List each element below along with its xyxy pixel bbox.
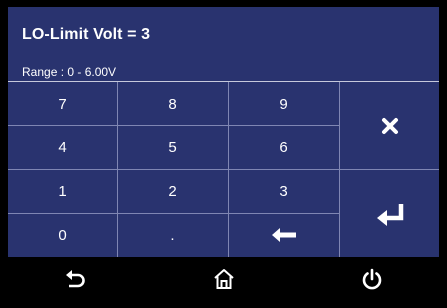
key-9[interactable]: 9	[229, 83, 338, 125]
key-3[interactable]: 3	[229, 170, 338, 212]
numeric-keypad: 7 8 9 4 5 6 1 2 3 0 .	[8, 82, 439, 257]
close-icon	[381, 117, 399, 135]
key-6[interactable]: 6	[229, 126, 338, 168]
enter-button[interactable]	[340, 170, 439, 257]
backspace-button[interactable]	[229, 214, 338, 256]
key-0[interactable]: 0	[8, 214, 117, 256]
clear-button[interactable]	[340, 82, 439, 169]
backspace-arrow-icon	[271, 227, 297, 243]
power-icon	[361, 268, 383, 290]
home-button[interactable]	[204, 264, 244, 294]
limit-title: LO-Limit Volt = 3	[22, 26, 151, 43]
home-icon	[213, 268, 235, 290]
key-decimal[interactable]: .	[118, 214, 227, 256]
enter-icon	[375, 202, 405, 226]
back-button[interactable]	[55, 264, 95, 294]
range-label: Range : 0 - 6.00V	[22, 65, 117, 79]
key-4[interactable]: 4	[8, 126, 117, 168]
input-header: LO-Limit Volt = 3 Range : 0 - 6.00V	[8, 7, 439, 82]
power-button[interactable]	[352, 264, 392, 294]
key-2[interactable]: 2	[118, 170, 227, 212]
key-7[interactable]: 7	[8, 83, 117, 125]
key-8[interactable]: 8	[118, 83, 227, 125]
navigation-bar	[8, 258, 439, 301]
screen: LO-Limit Volt = 3 Range : 0 - 6.00V 7 8 …	[8, 7, 439, 301]
key-5[interactable]: 5	[118, 126, 227, 168]
back-arrow-icon	[65, 268, 85, 290]
key-1[interactable]: 1	[8, 170, 117, 212]
